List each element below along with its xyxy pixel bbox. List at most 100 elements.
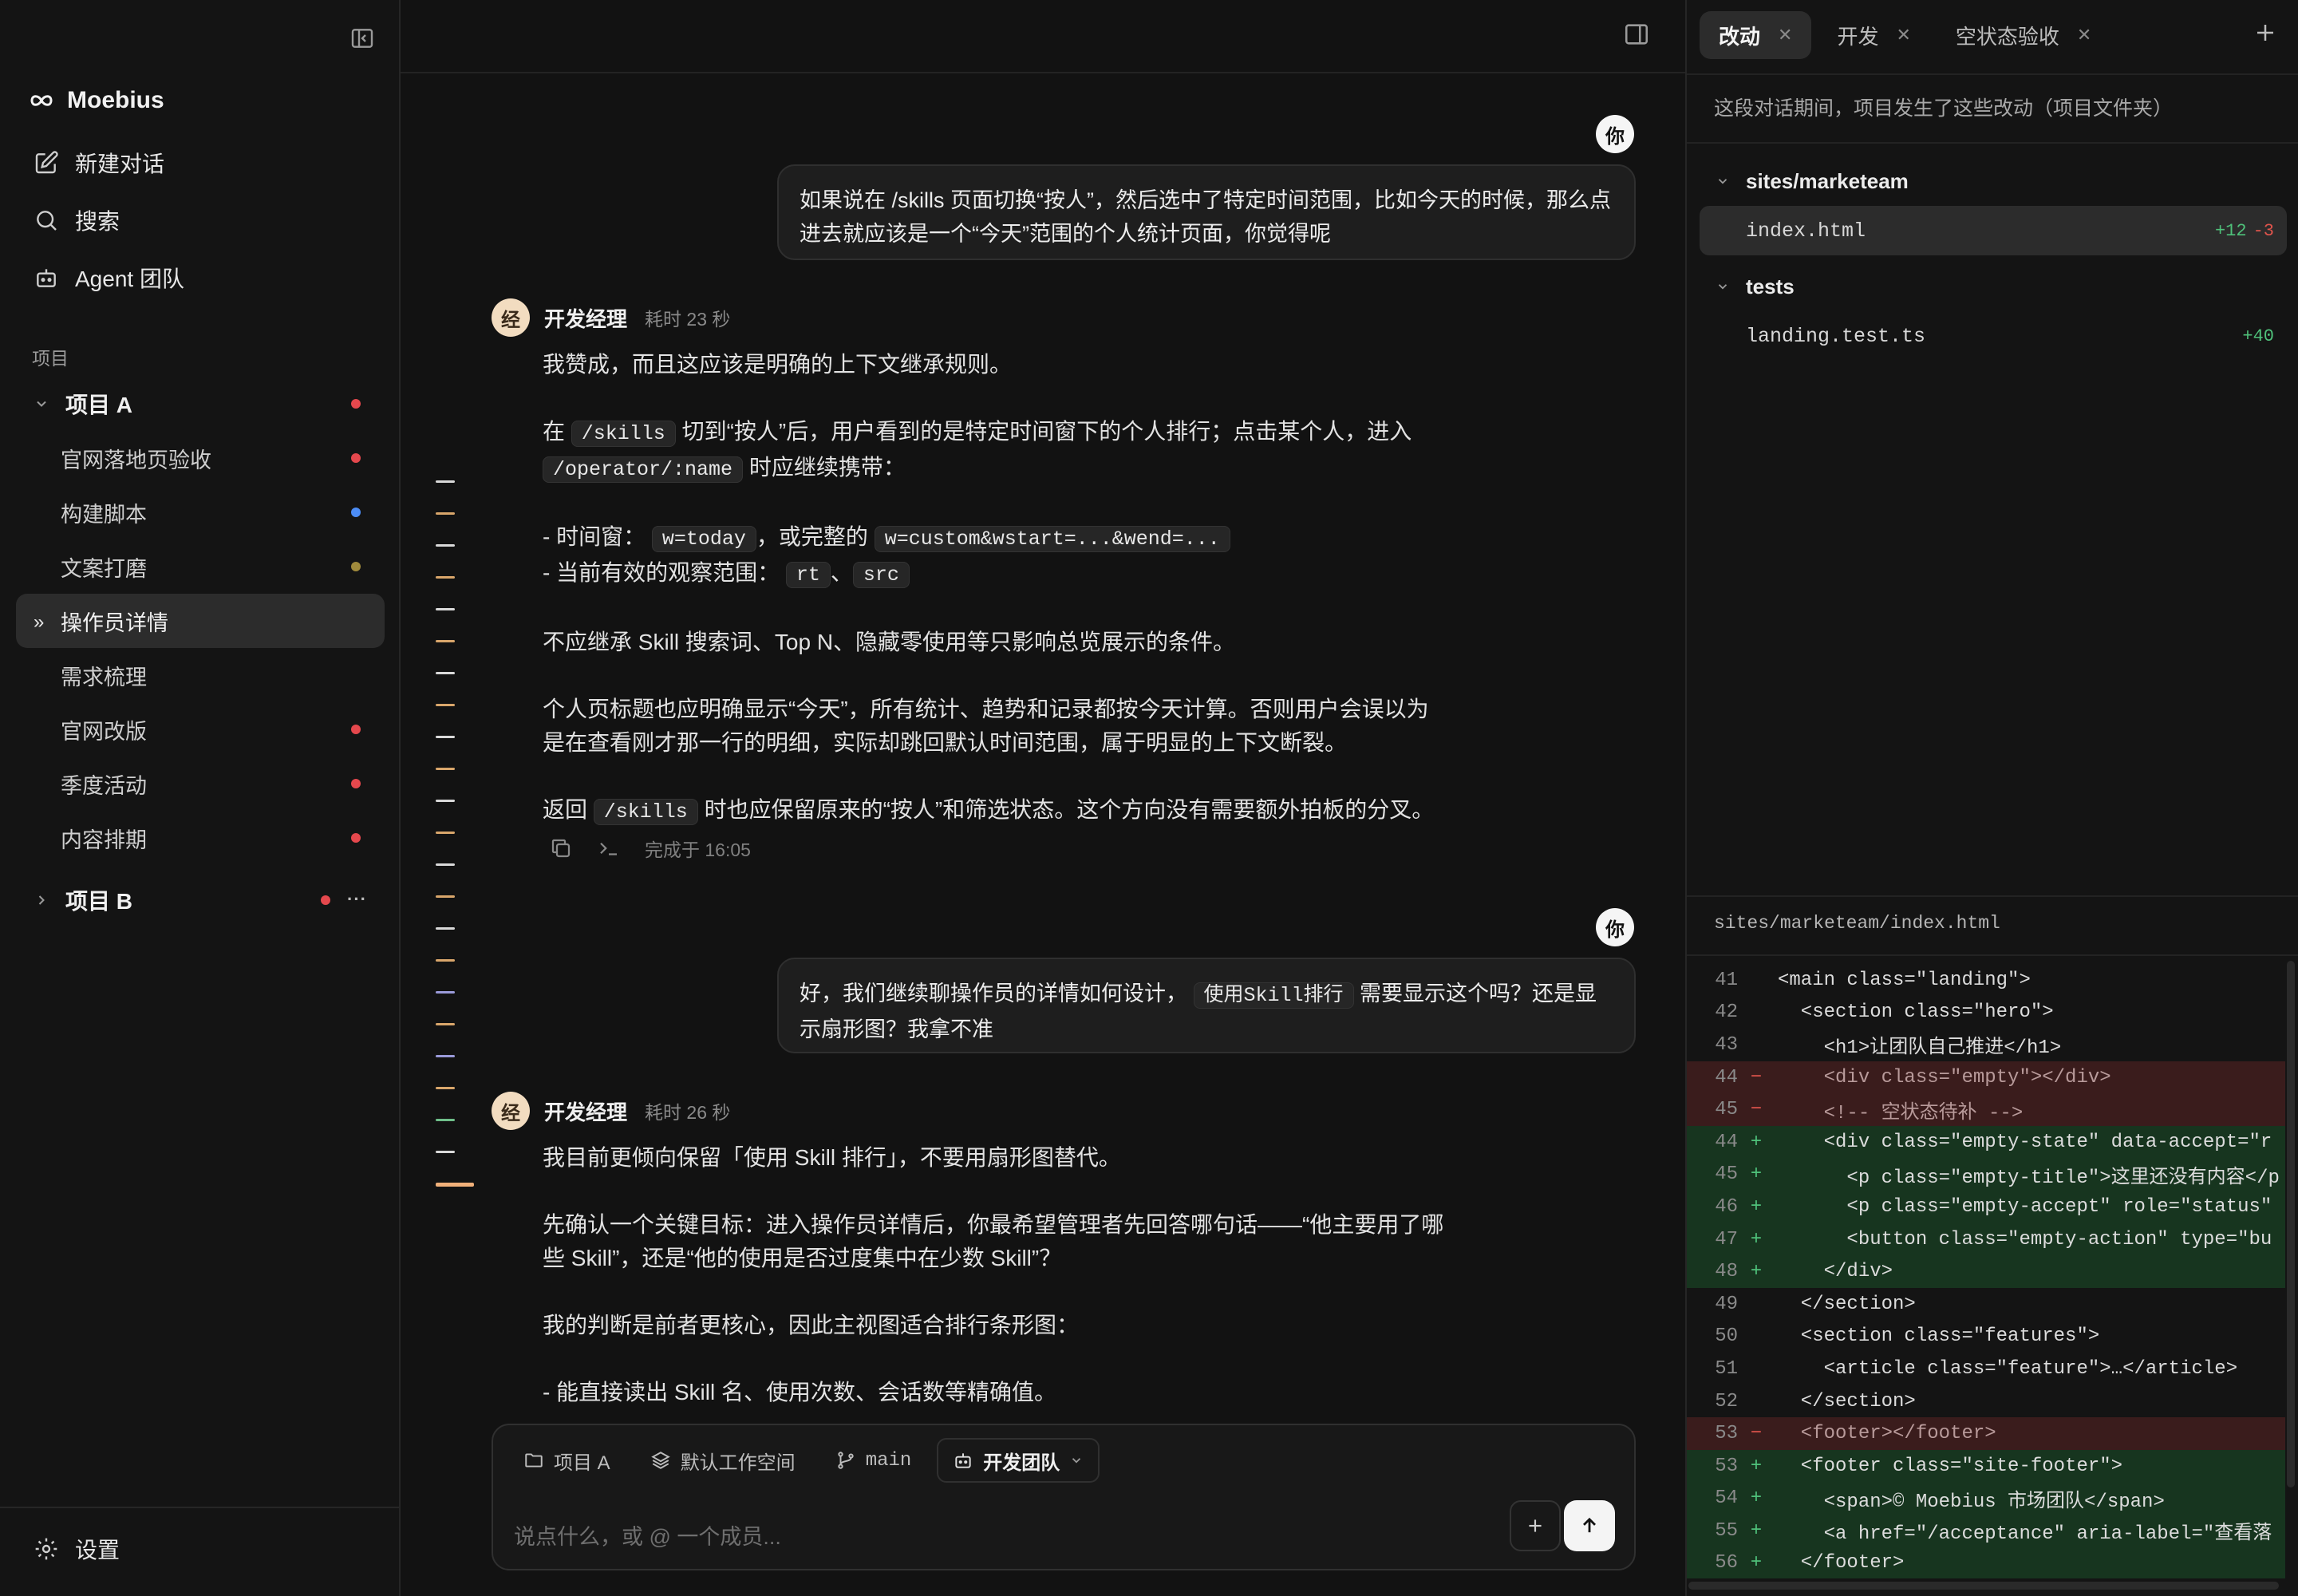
- terminal-icon[interactable]: [597, 836, 621, 860]
- timeline-marker[interactable]: [436, 863, 455, 866]
- additions-count: +12: [2214, 220, 2247, 241]
- timeline-marker[interactable]: [436, 576, 455, 579]
- branch-chip[interactable]: main: [821, 1438, 926, 1483]
- timeline-marker[interactable]: [436, 800, 455, 802]
- deletions-count: -3: [2253, 220, 2274, 241]
- timeline-marker[interactable]: [436, 895, 455, 898]
- sidebar-item-label: 文案打磨: [61, 556, 147, 581]
- timeline-marker[interactable]: [436, 1087, 455, 1089]
- diff-line: 44 + <div class="empty-state" data-accept…: [1687, 1125, 2285, 1159]
- settings-button[interactable]: 设置: [34, 1529, 120, 1569]
- robot-icon: [37, 269, 56, 287]
- add-tab-button[interactable]: [2253, 21, 2277, 45]
- timeline-marker[interactable]: [436, 672, 455, 674]
- timeline-marker[interactable]: [436, 704, 455, 706]
- timeline-marker[interactable]: [436, 608, 455, 610]
- sidebar-item-project-chat[interactable]: 需求梳理: [16, 648, 385, 702]
- panel-tab[interactable]: 开发 ✕: [1818, 11, 1929, 59]
- sidebar-item-project-chat[interactable]: 官网改版: [16, 702, 385, 757]
- line-number: 41: [1715, 969, 1738, 991]
- edit-icon: [35, 151, 58, 174]
- diff-code: </div>: [1778, 1261, 1893, 1283]
- toggle-right-panel-button[interactable]: [1623, 21, 1650, 48]
- main-nav: 新建对话 搜索 Agent 团队: [16, 134, 385, 306]
- panel-tab-label: 开发: [1837, 24, 1879, 49]
- folder-icon: [525, 1453, 543, 1468]
- project-a-toggle[interactable]: 项目 A: [16, 377, 385, 431]
- timeline-marker[interactable]: [436, 927, 455, 930]
- timeline-marker[interactable]: [436, 512, 455, 515]
- close-icon[interactable]: ✕: [2077, 25, 2091, 45]
- timeline-marker[interactable]: [436, 1183, 474, 1187]
- attach-button[interactable]: [1510, 1500, 1561, 1551]
- changed-file-row[interactable]: landing.test.ts +40: [1700, 311, 2287, 361]
- chevron-down-icon: [1718, 179, 1727, 184]
- close-icon[interactable]: ✕: [1896, 25, 1910, 45]
- sidebar-item-label: 官网落地页验收: [61, 448, 211, 472]
- sidebar-item-project-chat[interactable]: 文案打磨: [16, 539, 385, 594]
- diff-line: 51 <article class="feature">…</article>: [1687, 1353, 2285, 1385]
- search-button[interactable]: 搜索: [16, 192, 385, 249]
- send-button[interactable]: [1564, 1500, 1615, 1551]
- conversation-timeline[interactable]: [436, 480, 474, 1216]
- panel-tab[interactable]: 空状态验收 ✕: [1937, 11, 2110, 59]
- diff-vertical-scrollbar[interactable]: [2287, 961, 2295, 1487]
- diff-line: 48 + </div>: [1687, 1255, 2285, 1288]
- diff-line: 47 + <button class="empty-action" type="b…: [1687, 1223, 2285, 1256]
- sidebar-item-label: 操作员详情: [61, 610, 168, 635]
- diff-line: 46 + <p class="empty-accept" role="status…: [1687, 1191, 2285, 1223]
- reply-list-item: - 当前有效的观察范围： rt、 src: [543, 556, 1476, 592]
- diff-code: </section>: [1778, 1390, 1916, 1412]
- copy-icon[interactable]: [549, 836, 573, 860]
- folder-row[interactable]: tests: [1700, 262, 2287, 311]
- timeline-marker[interactable]: [436, 959, 455, 962]
- timeline-marker[interactable]: [436, 768, 455, 770]
- agent-name: 开发经理: [544, 1100, 628, 1124]
- timeline-marker[interactable]: [436, 1119, 455, 1121]
- sidebar-item-label: 构建脚本: [61, 502, 147, 527]
- workspace-chip[interactable]: 默认工作空间: [636, 1438, 810, 1483]
- timeline-marker[interactable]: [436, 544, 455, 547]
- sidebar-divider: [0, 1507, 401, 1508]
- timeline-marker[interactable]: [436, 736, 455, 738]
- timeline-marker[interactable]: [436, 832, 455, 834]
- agent-team-button[interactable]: Agent 团队: [16, 249, 385, 306]
- collapse-sidebar-button[interactable]: [348, 24, 377, 53]
- folder-row[interactable]: sites/marketeam: [1700, 156, 2287, 206]
- message-input[interactable]: 说点什么，或 @ 一个成员...: [514, 1519, 781, 1551]
- close-icon[interactable]: ✕: [1778, 25, 1792, 45]
- layers-icon: [650, 1452, 670, 1469]
- project-chip[interactable]: 项目 A: [509, 1438, 625, 1483]
- status-dot: [351, 725, 361, 734]
- sidebar-item-project-chat[interactable]: » 操作员详情: [16, 594, 385, 648]
- team-selector[interactable]: 开发团队: [937, 1438, 1100, 1483]
- timeline-marker[interactable]: [436, 1151, 455, 1153]
- sidebar-item-project-chat[interactable]: 内容排期: [16, 811, 385, 865]
- reply-paragraph: 个人页标题也应明确显示“今天”，所有统计、趋势和记录都按今天计算。否则用户会误以…: [543, 697, 1429, 755]
- more-options-icon[interactable]: ···: [347, 889, 367, 910]
- diff-line: 49 </section>: [1687, 1288, 2285, 1321]
- timeline-marker[interactable]: [436, 640, 455, 642]
- timeline-marker[interactable]: [436, 1023, 455, 1025]
- inline-code: w=today: [651, 526, 756, 552]
- project-b-toggle[interactable]: 项目 B ···: [16, 873, 385, 927]
- panel-tab-label: 空状态验收: [1955, 24, 2059, 49]
- line-number: 49: [1715, 1293, 1738, 1315]
- timeline-marker[interactable]: [436, 991, 455, 994]
- sidebar-item-project-chat[interactable]: 构建脚本: [16, 485, 385, 539]
- reply-list-item: - 能直接读出 Skill 名、使用次数、会话数等精确值。: [543, 1380, 1057, 1404]
- changed-file-row[interactable]: index.html +12 -3: [1700, 206, 2287, 255]
- timeline-marker[interactable]: [436, 480, 455, 483]
- sidebar-item-project-chat[interactable]: 官网落地页验收: [16, 431, 385, 485]
- project-a-status-dot: [351, 399, 361, 409]
- timeline-marker[interactable]: [436, 1055, 455, 1057]
- user-message: 好，我们继续聊操作员的详情如何设计， 使用Skill排行 需要显示这个吗？还是显…: [777, 958, 1636, 1053]
- sidebar-item-project-chat[interactable]: 季度活动: [16, 757, 385, 811]
- plus-icon: [2257, 25, 2273, 41]
- plus-icon: [1529, 1519, 1542, 1532]
- divider: [1687, 954, 2298, 956]
- panel-tab[interactable]: 改动 ✕: [1700, 11, 1812, 59]
- diff-horizontal-scrollbar[interactable]: [1688, 1582, 2279, 1590]
- new-chat-button[interactable]: 新建对话: [16, 134, 385, 192]
- chevron-right-icon: [30, 892, 53, 908]
